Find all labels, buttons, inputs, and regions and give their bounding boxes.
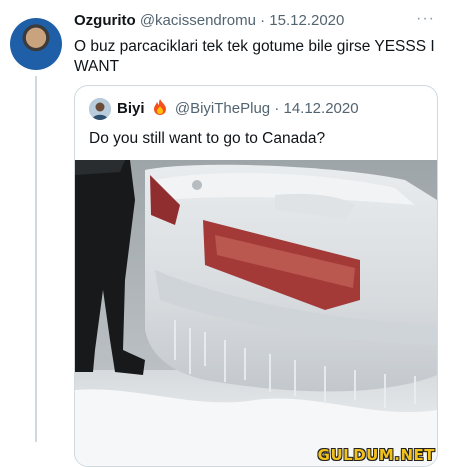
more-icon[interactable]: ··· — [416, 10, 435, 28]
author-handle[interactable]: @kacissendromu — [140, 12, 256, 29]
author-avatar[interactable] — [10, 18, 62, 70]
frozen-car-photo[interactable]: GULDUM.NET — [75, 160, 437, 466]
quoted-author-avatar[interactable] — [89, 98, 111, 120]
quoted-author-handle[interactable]: @BiyiThePlug — [175, 100, 270, 117]
tweet-date[interactable]: 15.12.2020 — [269, 12, 344, 29]
separator: · — [260, 12, 266, 29]
separator: · — [274, 100, 280, 117]
watermark: GULDUM.NET — [317, 446, 435, 464]
tweet-text: O buz parcaciklari tek tek gotume bile g… — [74, 38, 435, 75]
tweet-header: Ozgurito @kacissendromu · 15.12.2020 — [74, 12, 344, 29]
fire-emoji-icon — [153, 99, 167, 115]
thread-line — [35, 76, 37, 442]
quoted-header: Biyi @BiyiThePlug · 14.12.2020 — [117, 99, 359, 117]
quoted-tweet-text: Do you still want to go to Canada? — [89, 130, 326, 147]
quoted-date[interactable]: 14.12.2020 — [283, 100, 358, 117]
quoted-tweet[interactable]: Biyi @BiyiThePlug · 14.12.2020 Do you st… — [74, 85, 438, 467]
quoted-author-name[interactable]: Biyi — [117, 100, 145, 117]
author-name[interactable]: Ozgurito — [74, 12, 136, 29]
